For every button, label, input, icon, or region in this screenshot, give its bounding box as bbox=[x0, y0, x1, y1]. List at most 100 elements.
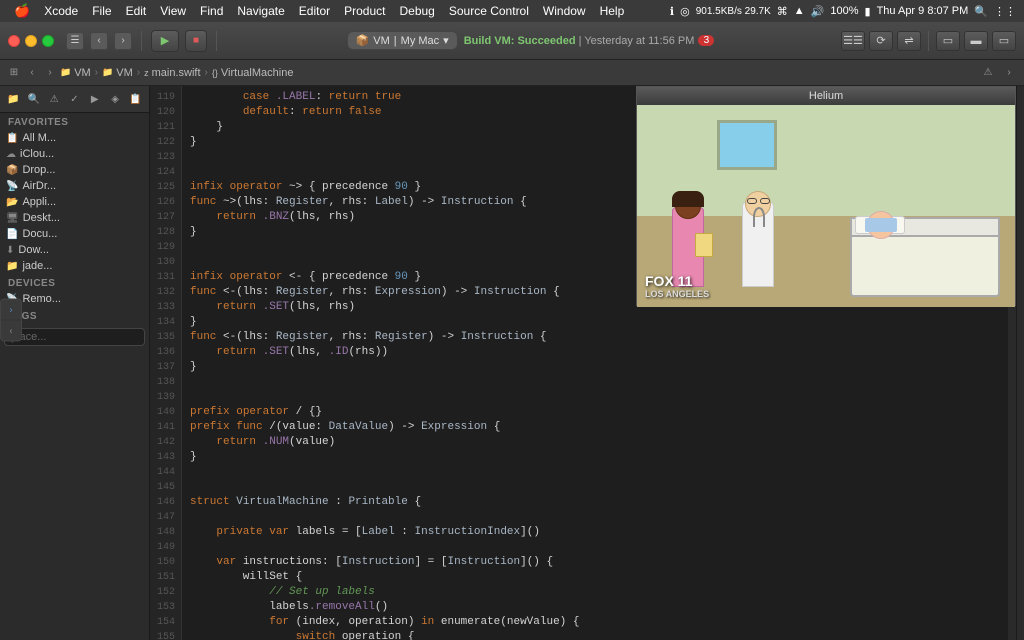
documents-icon: 📄 bbox=[6, 229, 18, 240]
sidebar-search-input[interactable] bbox=[4, 328, 145, 346]
breadcrumb-item-2[interactable]: z main.swift bbox=[144, 67, 200, 79]
close-button[interactable] bbox=[8, 35, 20, 47]
breadcrumb-item-0[interactable]: 📁 VM bbox=[60, 67, 91, 79]
left-panel-toggle: › ‹ bbox=[0, 299, 22, 342]
line-number: 125 bbox=[150, 180, 181, 195]
audio-icon: 🔊 bbox=[811, 5, 825, 18]
line-number: 151 bbox=[150, 570, 181, 585]
sidebar-label-applications: Appli... bbox=[22, 196, 56, 208]
info-icon[interactable]: ℹ bbox=[670, 5, 674, 18]
menu-source-control[interactable]: Source Control bbox=[443, 2, 535, 20]
scheme-sep: | bbox=[394, 35, 397, 47]
sidebar-tab-issues[interactable]: ⚠ bbox=[45, 89, 64, 109]
hide-left-panel[interactable]: ▭ bbox=[936, 31, 960, 51]
panel-toggle-top[interactable]: › bbox=[1, 300, 21, 320]
sidebar-item-all[interactable]: 📋 All M... bbox=[0, 130, 149, 146]
icloud-icon: ☁ bbox=[6, 149, 16, 160]
menu-debug[interactable]: Debug bbox=[393, 2, 440, 20]
line-number: 130 bbox=[150, 255, 181, 270]
sidebar-item-remote[interactable]: 📡 Remo... bbox=[0, 291, 149, 307]
menu-xcode[interactable]: Xcode bbox=[38, 2, 84, 20]
sidebar-item-documents[interactable]: 📄 Docu... bbox=[0, 226, 149, 242]
maximize-button[interactable] bbox=[42, 35, 54, 47]
file-icon: z bbox=[144, 68, 149, 78]
breadcrumb-bar: ⊞ ‹ › 📁 VM › 📁 VM › z main.swift › {} Vi… bbox=[0, 60, 1024, 86]
sidebar-item-applications[interactable]: 📂 Appli... bbox=[0, 194, 149, 210]
hide-bottom-panel[interactable]: ▬ bbox=[964, 31, 988, 51]
sidebar-tab-debug[interactable]: ▶ bbox=[85, 89, 104, 109]
sidebar: 📁 🔍 ⚠ ✓ ▶ ◈ 📋 Favorites 📋 All M... ☁ iCl… bbox=[0, 86, 150, 640]
code-line bbox=[190, 465, 1008, 480]
location-icon[interactable]: ◎ bbox=[680, 5, 690, 18]
code-line: for (index, operation) in enumerate(newV… bbox=[190, 615, 1008, 630]
breadcrumb-alert-icon[interactable]: ⚠ bbox=[979, 64, 997, 82]
apple-menu[interactable]: 🍎 bbox=[8, 3, 36, 19]
sidebar-tab-files[interactable]: 📁 bbox=[4, 89, 23, 109]
line-number: 147 bbox=[150, 510, 181, 525]
view-toggle-left[interactable]: ☰☰ bbox=[841, 31, 865, 51]
back-button[interactable]: ‹ bbox=[90, 32, 108, 50]
line-number: 120 bbox=[150, 105, 181, 120]
sidebar-item-airdrop[interactable]: 📡 AirDr... bbox=[0, 178, 149, 194]
menu-file[interactable]: File bbox=[86, 2, 117, 20]
breadcrumb-grid-button[interactable]: ⊞ bbox=[6, 65, 22, 81]
desktop-icon: 🖥 bbox=[6, 213, 19, 224]
breadcrumb-item-3[interactable]: {} VirtualMachine bbox=[212, 67, 294, 79]
scheme-selector[interactable]: 📦 VM | My Mac ▾ bbox=[347, 31, 458, 50]
sidebar-toggle-button[interactable]: ☰ bbox=[66, 32, 84, 50]
sidebar-item-dropbox[interactable]: 📦 Drop... bbox=[0, 162, 149, 178]
line-number: 124 bbox=[150, 165, 181, 180]
line-number: 129 bbox=[150, 240, 181, 255]
minimize-button[interactable] bbox=[25, 35, 37, 47]
sidebar-item-downloads[interactable]: ⬇ Dow... bbox=[0, 242, 149, 258]
breadcrumb-back[interactable]: ‹ bbox=[24, 65, 40, 81]
line-number: 139 bbox=[150, 390, 181, 405]
code-line: return .NUM(value) bbox=[190, 435, 1008, 450]
airdrop-icon: 📡 bbox=[6, 181, 18, 192]
search-icon[interactable]: 🔍 bbox=[974, 5, 988, 18]
sidebar-item-jade[interactable]: 📁 jade... bbox=[0, 258, 149, 274]
menu-editor[interactable]: Editor bbox=[293, 2, 336, 20]
breadcrumb-chevron-right[interactable]: › bbox=[1000, 64, 1018, 82]
scheme-name: VM bbox=[373, 35, 390, 47]
menu-window[interactable]: Window bbox=[537, 2, 592, 20]
sidebar-tab-search[interactable]: 🔍 bbox=[24, 89, 43, 109]
error-badge[interactable]: 3 bbox=[698, 35, 714, 46]
version-editor-button[interactable]: ⇌ bbox=[897, 31, 921, 51]
code-line: labels.removeAll() bbox=[190, 600, 1008, 615]
breadcrumb-forward[interactable]: › bbox=[42, 65, 58, 81]
menu-edit[interactable]: Edit bbox=[120, 2, 153, 20]
assistant-editor-button[interactable]: ⟳ bbox=[869, 31, 893, 51]
sidebar-item-icloud[interactable]: ☁ iClou... bbox=[0, 146, 149, 162]
line-number: 135 bbox=[150, 330, 181, 345]
media-content[interactable]: FOX 11 LOS ANGELES bbox=[637, 105, 1015, 307]
control-strip[interactable]: ⋮⋮ bbox=[994, 5, 1016, 18]
sidebar-tab-breakpoints[interactable]: ◈ bbox=[105, 89, 124, 109]
panel-toggle-bottom[interactable]: ‹ bbox=[1, 321, 21, 341]
code-line: struct VirtualMachine : Printable { bbox=[190, 495, 1008, 510]
run-button[interactable]: ▶ bbox=[151, 30, 179, 52]
sidebar-tab-tests[interactable]: ✓ bbox=[65, 89, 84, 109]
editor-area: Helium bbox=[150, 86, 1016, 640]
jade-icon: 📁 bbox=[6, 261, 18, 272]
code-line bbox=[190, 375, 1008, 390]
breadcrumb-item-1[interactable]: 📁 VM bbox=[102, 67, 133, 79]
menu-navigate[interactable]: Navigate bbox=[231, 2, 290, 20]
menu-find[interactable]: Find bbox=[194, 2, 229, 20]
toolbar-right: ☰☰ ⟳ ⇌ ▭ ▬ ▭ bbox=[841, 31, 1016, 51]
sidebar-label-desktop: Deskt... bbox=[23, 212, 60, 224]
sidebar-label-downloads: Dow... bbox=[18, 244, 49, 256]
breadcrumb-label-2: main.swift bbox=[152, 67, 201, 79]
forward-button[interactable]: › bbox=[114, 32, 132, 50]
stop-button[interactable]: ■ bbox=[185, 30, 207, 52]
menu-help[interactable]: Help bbox=[594, 2, 631, 20]
media-title: Helium bbox=[809, 90, 843, 102]
menu-view[interactable]: View bbox=[154, 2, 192, 20]
datetime: Thu Apr 9 8:07 PM bbox=[877, 5, 969, 17]
menu-product[interactable]: Product bbox=[338, 2, 391, 20]
hide-right-panel[interactable]: ▭ bbox=[992, 31, 1016, 51]
cartoon-scene: FOX 11 LOS ANGELES bbox=[637, 105, 1015, 307]
sidebar-item-desktop[interactable]: 🖥 Deskt... bbox=[0, 210, 149, 226]
sidebar-tab-report[interactable]: 📋 bbox=[126, 89, 145, 109]
fox-location: LOS ANGELES bbox=[645, 289, 709, 299]
